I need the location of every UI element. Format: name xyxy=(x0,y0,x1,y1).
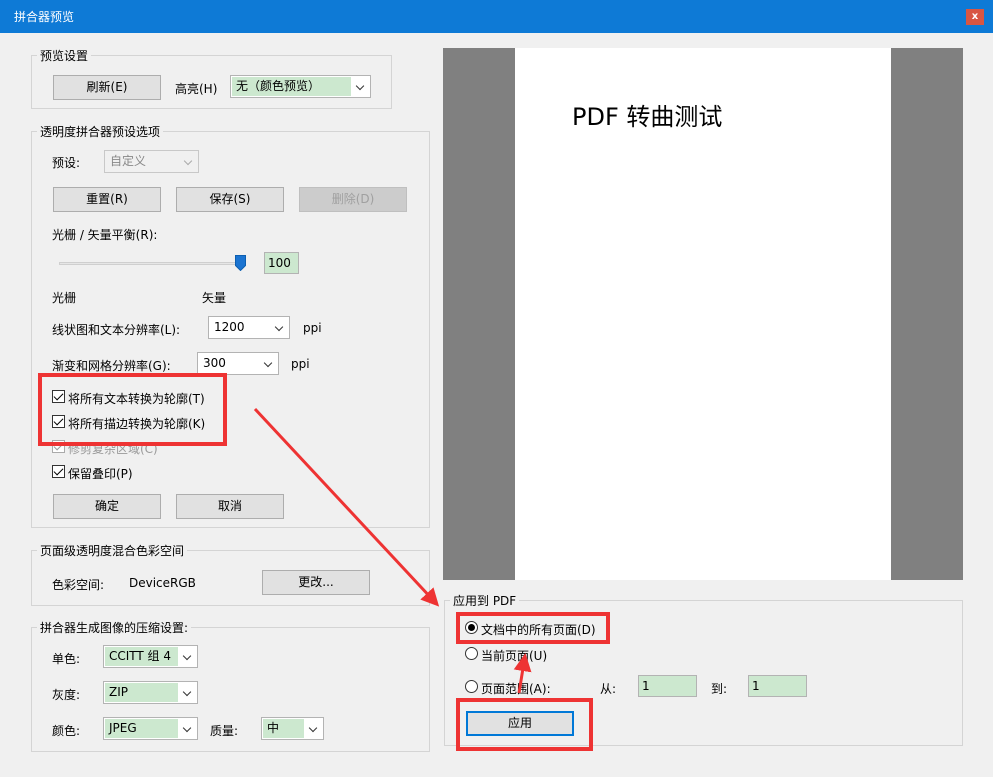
highlight-label: 高亮(H) xyxy=(175,82,218,96)
chevron-down-icon xyxy=(179,682,197,703)
preset-value: 自定义 xyxy=(110,154,147,168)
chevron-down-icon xyxy=(179,646,197,667)
to-input[interactable]: 1 xyxy=(748,675,807,697)
current-page-radio[interactable] xyxy=(465,647,478,660)
window-title: 拼合器预览 xyxy=(14,10,75,24)
preview-text: PDF 转曲测试 xyxy=(572,103,723,131)
annotation-box-apply xyxy=(456,698,593,751)
page-range-radio[interactable] xyxy=(465,680,478,693)
color-space-label: 色彩空间: xyxy=(52,578,105,592)
gradient-res-unit: ppi xyxy=(291,357,310,371)
gray-label: 灰度: xyxy=(52,688,81,702)
preview-settings-legend: 预览设置 xyxy=(37,47,92,64)
save-button[interactable]: 保存(S) xyxy=(176,187,284,212)
compression-legend: 拼合器生成图像的压缩设置: xyxy=(37,619,192,636)
raster-label: 光栅 xyxy=(52,291,77,305)
color-label: 颜色: xyxy=(52,724,81,738)
delete-button[interactable]: 删除(D) xyxy=(299,187,407,212)
blend-space-legend: 页面级透明度混合色彩空间 xyxy=(37,542,188,559)
annotation-box-all-pages xyxy=(456,612,610,644)
mono-select[interactable]: CCITT 组 4 xyxy=(103,645,198,668)
from-label: 从: xyxy=(600,682,617,696)
preset-select[interactable]: 自定义 xyxy=(104,150,199,173)
gradient-res-select[interactable]: 300 xyxy=(197,352,279,375)
chevron-down-icon xyxy=(352,76,370,97)
ok-button[interactable]: 确定 xyxy=(53,494,161,519)
vector-label: 矢量 xyxy=(202,291,227,305)
balance-slider-thumb[interactable] xyxy=(235,255,246,271)
close-button[interactable]: x xyxy=(966,9,984,25)
title-bar: 拼合器预览 x xyxy=(0,0,993,33)
cancel-button[interactable]: 取消 xyxy=(176,494,284,519)
preserve-overprint-checkbox[interactable] xyxy=(52,465,65,478)
gray-select[interactable]: ZIP xyxy=(103,681,198,704)
chevron-down-icon xyxy=(179,718,197,739)
mono-value: CCITT 组 4 xyxy=(105,647,178,666)
color-value: JPEG xyxy=(105,719,178,738)
gradient-res-label: 渐变和网格分辨率(G): xyxy=(52,359,171,373)
apply-to-pdf-legend: 应用到 PDF xyxy=(450,592,520,609)
to-label: 到: xyxy=(711,682,728,696)
color-space-value: DeviceRGB xyxy=(129,576,196,590)
chevron-down-icon xyxy=(180,151,198,172)
gray-value: ZIP xyxy=(105,683,178,702)
balance-input[interactable]: 100 xyxy=(264,252,299,274)
current-page-label[interactable]: 当前页面(U) xyxy=(481,647,547,664)
quality-select[interactable]: 中 xyxy=(261,717,324,740)
chevron-down-icon xyxy=(271,317,289,338)
line-res-label: 线状图和文本分辨率(L): xyxy=(52,323,181,337)
refresh-button[interactable]: 刷新(E) xyxy=(53,75,161,100)
balance-label: 光栅 / 矢量平衡(R): xyxy=(52,228,158,242)
flattener-presets-legend: 透明度拼合器预设选项 xyxy=(37,123,164,140)
line-res-select[interactable]: 1200 xyxy=(208,316,290,339)
page-range-label[interactable]: 页面范围(A): xyxy=(481,680,551,697)
annotation-box-convert-options xyxy=(38,373,227,446)
chevron-down-icon xyxy=(260,353,278,374)
reset-button[interactable]: 重置(R) xyxy=(53,187,161,212)
quality-label: 质量: xyxy=(210,724,239,738)
gradient-res-value: 300 xyxy=(203,356,226,370)
chevron-down-icon xyxy=(305,718,323,739)
change-button[interactable]: 更改... xyxy=(262,570,370,595)
from-input[interactable]: 1 xyxy=(638,675,697,697)
line-res-unit: ppi xyxy=(303,321,322,335)
quality-value: 中 xyxy=(263,719,304,738)
highlight-value: 无（颜色预览） xyxy=(232,77,351,96)
preserve-overprint-label[interactable]: 保留叠印(P) xyxy=(68,465,133,482)
line-res-value: 1200 xyxy=(214,320,245,334)
highlight-select[interactable]: 无（颜色预览） xyxy=(230,75,371,98)
preset-label: 预设: xyxy=(52,156,81,170)
balance-slider-track[interactable] xyxy=(59,262,241,265)
mono-label: 单色: xyxy=(52,652,81,666)
color-select[interactable]: JPEG xyxy=(103,717,198,740)
